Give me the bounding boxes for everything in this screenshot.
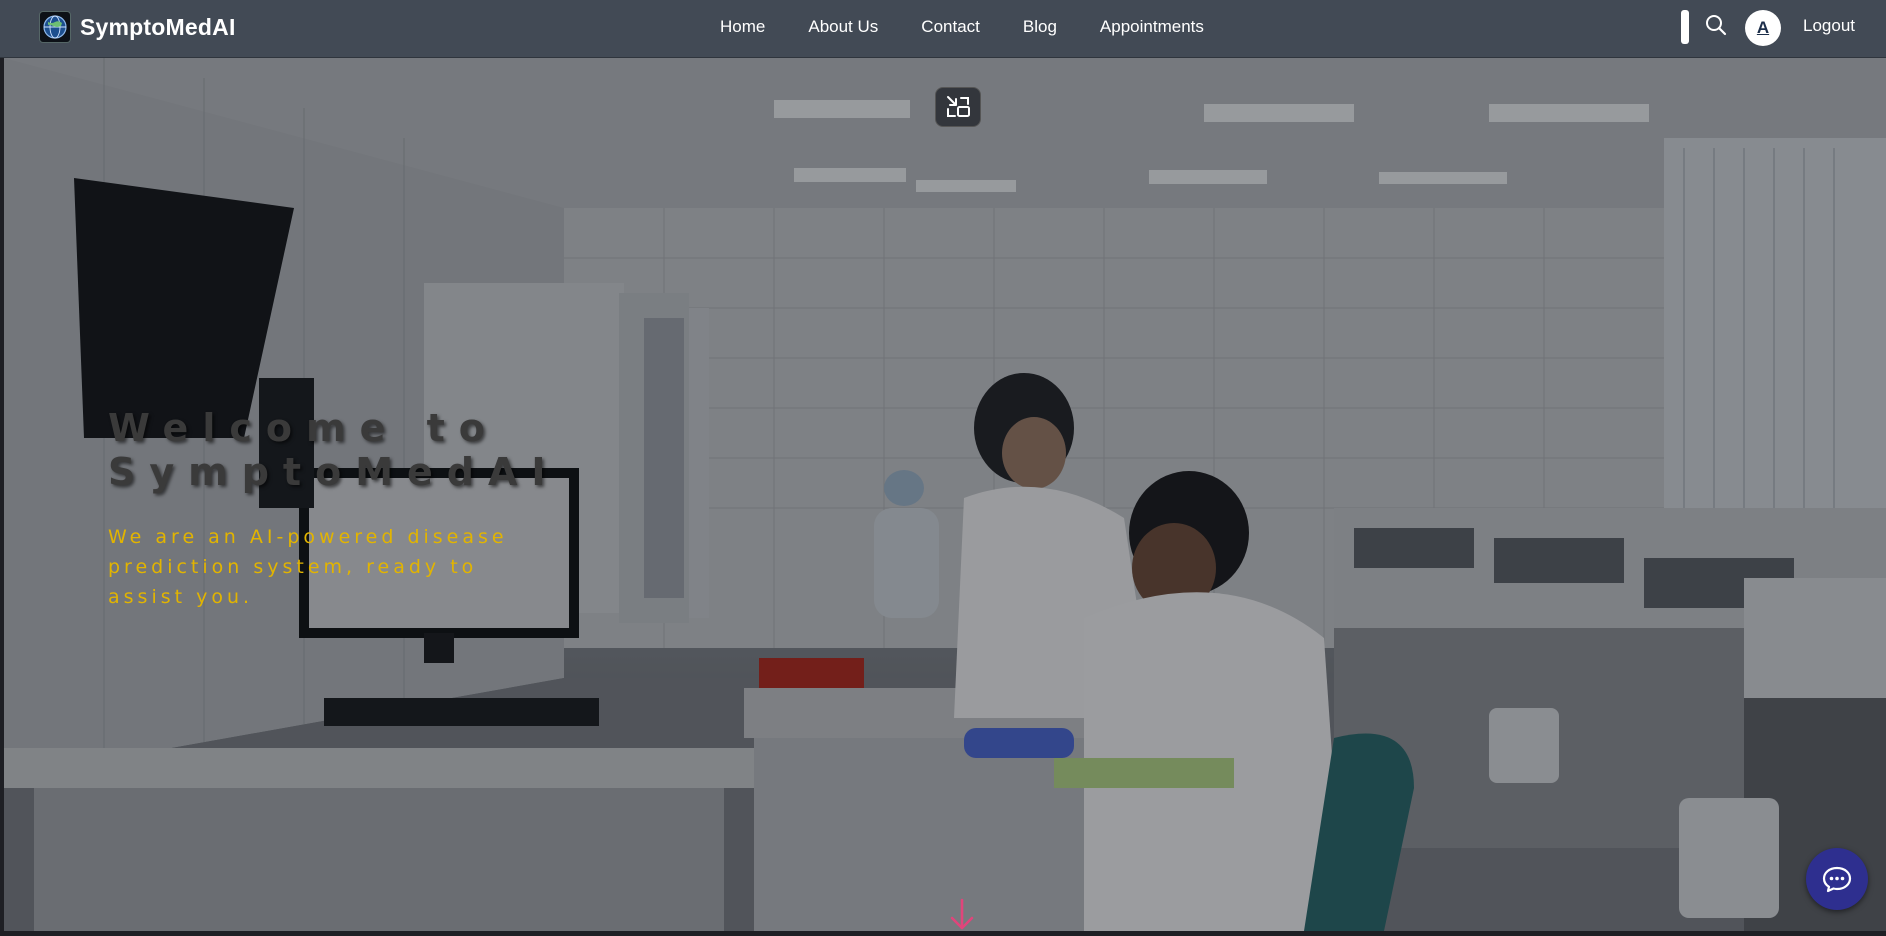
exit-fullscreen-icon[interactable] — [935, 87, 981, 127]
nav-blog[interactable]: Blog — [1023, 17, 1057, 37]
nav-contact[interactable]: Contact — [921, 17, 980, 37]
nav-user-area: A Logout — [1656, 0, 1886, 54]
chat-widget-button[interactable] — [1806, 848, 1868, 910]
hero-section: Welcome to SymptoMedAI We are an AI-powe… — [4, 58, 1886, 931]
globe-logo-icon — [39, 11, 71, 43]
hero-dark-overlay — [4, 58, 1886, 931]
top-navbar: SymptoMedAI Home About Us Contact Blog A… — [0, 0, 1886, 58]
search-input[interactable] — [1681, 10, 1689, 44]
arrow-down-icon[interactable] — [947, 898, 977, 931]
search-icon[interactable] — [1704, 13, 1728, 37]
chat-bubble-icon — [1822, 866, 1852, 893]
brand-name: SymptoMedAI — [80, 13, 236, 40]
nav-about-us[interactable]: About Us — [808, 17, 878, 37]
logout-link[interactable]: Logout — [1803, 16, 1855, 36]
brand-link[interactable]: SymptoMedAI — [39, 11, 236, 43]
hero-title: Welcome to SymptoMedAI — [108, 406, 560, 494]
hero-subtitle: We are an AI-powered disease prediction … — [108, 526, 508, 608]
nav-home[interactable]: Home — [720, 17, 765, 37]
user-avatar[interactable]: A — [1745, 10, 1781, 46]
main-nav: Home About Us Contact Blog Appointments — [720, 0, 1204, 54]
nav-appointments[interactable]: Appointments — [1100, 17, 1204, 37]
